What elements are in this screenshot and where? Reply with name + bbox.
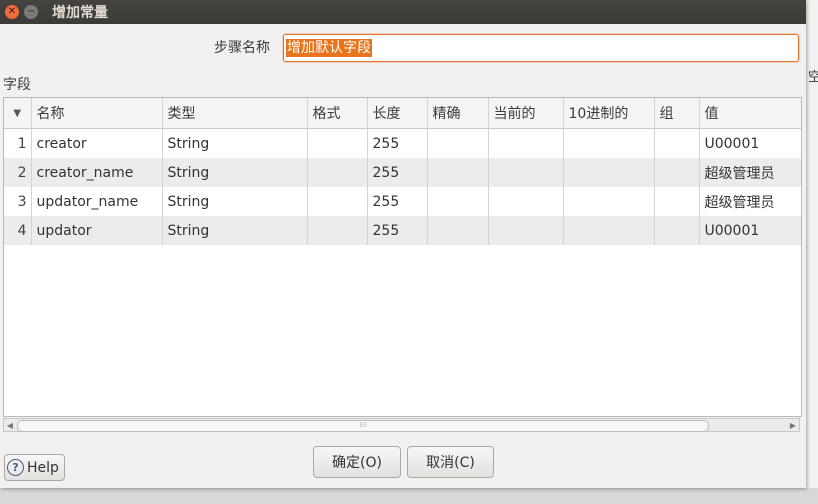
column-header-currency[interactable]: 当前的 <box>488 98 564 129</box>
cell-type[interactable]: String <box>162 187 308 216</box>
cell-decimal[interactable] <box>563 216 655 245</box>
cell-precision[interactable] <box>427 216 489 245</box>
cell-decimal[interactable] <box>563 158 655 187</box>
cell-length[interactable]: 255 <box>367 216 428 245</box>
table-row[interactable]: 3 updator_name String 255 超级管理员 <box>4 187 801 216</box>
cell-precision[interactable] <box>427 128 489 158</box>
cell-name[interactable]: creator_name <box>31 158 163 187</box>
cell-type[interactable]: String <box>162 158 308 187</box>
cell-type[interactable]: String <box>162 128 308 158</box>
cell-group[interactable] <box>654 216 700 245</box>
cell-length[interactable]: 255 <box>367 158 428 187</box>
cell-name[interactable]: updator_name <box>31 187 163 216</box>
fields-label: 字段 <box>3 77 31 93</box>
cell-value[interactable]: U00001 <box>699 216 801 245</box>
cell-value[interactable]: 超级管理员 <box>699 187 801 216</box>
table-row[interactable]: 4 updator String 255 U00001 <box>4 216 801 245</box>
fields-table[interactable]: ▼ 名称 类型 格式 长度 精确 当前的 10进制的 组 值 1 creator… <box>3 97 802 417</box>
window-title: 增加常量 <box>52 5 108 21</box>
cell-format[interactable] <box>307 187 368 216</box>
row-number: 3 <box>4 187 32 216</box>
column-header-format[interactable]: 格式 <box>307 98 368 129</box>
cell-group[interactable] <box>654 158 700 187</box>
cancel-button[interactable]: 取消(C) <box>407 446 494 478</box>
column-header-type[interactable]: 类型 <box>162 98 308 129</box>
table-header-row: ▼ 名称 类型 格式 长度 精确 当前的 10进制的 组 值 <box>4 98 801 129</box>
cell-precision[interactable] <box>427 187 489 216</box>
scroll-left-icon[interactable]: ◀ <box>4 419 16 431</box>
row-number: 2 <box>4 158 32 187</box>
cell-format[interactable] <box>307 158 368 187</box>
scrollbar-thumb[interactable]: ⁞⁞⁞ <box>17 420 709 432</box>
scroll-right-icon[interactable]: ▶ <box>787 419 799 431</box>
row-number: 1 <box>4 128 32 158</box>
help-button[interactable]: ? Help <box>4 454 65 481</box>
cell-group[interactable] <box>654 187 700 216</box>
help-icon: ? <box>7 459 24 476</box>
help-label: Help <box>27 459 59 476</box>
horizontal-scrollbar[interactable]: ◀ ⁞⁞⁞ ▶ <box>3 418 800 432</box>
column-header-group[interactable]: 组 <box>654 98 700 129</box>
cell-currency[interactable] <box>488 216 564 245</box>
close-icon[interactable]: ✕ <box>5 5 19 19</box>
background-peek-text: 空 <box>808 70 818 85</box>
row-number: 4 <box>4 216 32 245</box>
cell-value[interactable]: U00001 <box>699 128 801 158</box>
step-name-input[interactable]: 增加默认字段 <box>283 34 799 62</box>
table-row[interactable]: 2 creator_name String 255 超级管理员 <box>4 158 801 187</box>
background-strip <box>0 488 818 504</box>
step-name-label: 步骤名称 <box>214 40 270 56</box>
step-name-value: 增加默认字段 <box>286 39 372 57</box>
background-window: 空 <box>806 0 818 504</box>
cell-name[interactable]: creator <box>31 128 163 158</box>
column-header-precision[interactable]: 精确 <box>427 98 489 129</box>
cell-decimal[interactable] <box>563 187 655 216</box>
cell-group[interactable] <box>654 128 700 158</box>
cell-format[interactable] <box>307 128 368 158</box>
cell-format[interactable] <box>307 216 368 245</box>
cell-decimal[interactable] <box>563 128 655 158</box>
cell-currency[interactable] <box>488 187 564 216</box>
cell-currency[interactable] <box>488 128 564 158</box>
minimize-icon[interactable]: − <box>24 5 38 19</box>
cell-length[interactable]: 255 <box>367 187 428 216</box>
column-header-decimal[interactable]: 10进制的 <box>563 98 655 129</box>
cell-name[interactable]: updator <box>31 216 163 245</box>
cell-value[interactable]: 超级管理员 <box>699 158 801 187</box>
column-header-value[interactable]: 值 <box>699 98 801 129</box>
ok-button[interactable]: 确定(O) <box>313 446 401 478</box>
cell-precision[interactable] <box>427 158 489 187</box>
title-bar: ✕ − 增加常量 <box>0 0 806 24</box>
sort-menu-icon[interactable]: ▼ <box>4 98 32 129</box>
cell-type[interactable]: String <box>162 216 308 245</box>
column-header-name[interactable]: 名称 <box>31 98 163 129</box>
table-row[interactable]: 1 creator String 255 U00001 <box>4 128 801 158</box>
cell-length[interactable]: 255 <box>367 128 428 158</box>
add-constants-dialog: ✕ − 增加常量 步骤名称 增加默认字段 字段 ▼ 名称 类型 格式 长度 精确 <box>0 0 806 488</box>
cell-currency[interactable] <box>488 158 564 187</box>
column-header-length[interactable]: 长度 <box>367 98 428 129</box>
